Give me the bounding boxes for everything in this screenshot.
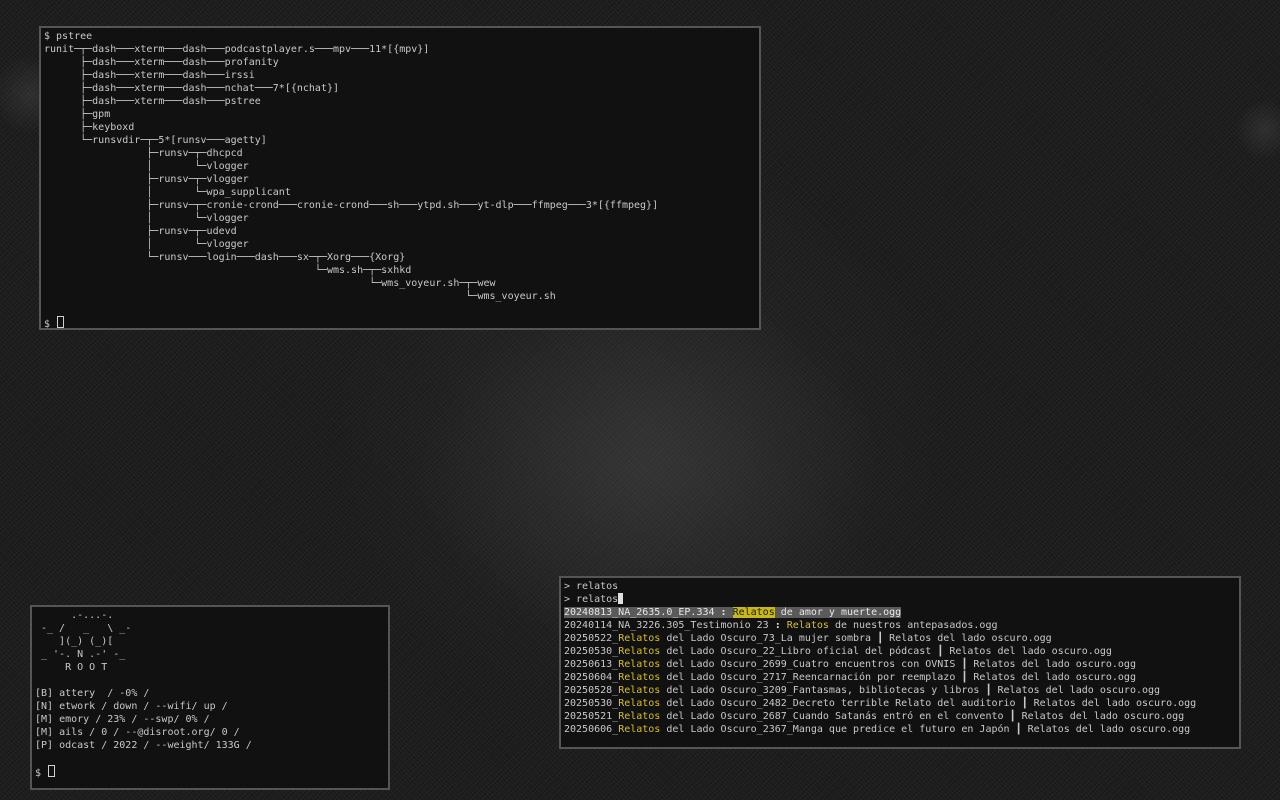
tree-line: │ └─vlogger: [44, 161, 249, 172]
command-line: $ pstree: [44, 31, 93, 42]
history-line: > relatos: [564, 581, 619, 592]
result-prefix: 20250530_: [564, 646, 619, 657]
tree-line: ├─runsv─┬─cronie-crond───cronie-crond───…: [44, 200, 659, 211]
logo-line: R O O T: [41, 662, 108, 673]
prompt-symbol: $: [35, 768, 48, 779]
process-tree: runit─┬─dash───xterm───dash───podcastpla…: [44, 43, 756, 303]
result-suffix: del Lado Oscuro_22_Libro oficial del pód…: [660, 646, 1112, 657]
result-item[interactable]: 20250604_Relatos del Lado Oscuro_2717_Re…: [564, 671, 1236, 684]
result-item[interactable]: 20250528_Relatos del Lado Oscuro_3209_Fa…: [564, 684, 1236, 697]
result-prefix: 20250528_: [564, 685, 619, 696]
tree-line: ├─dash───xterm───dash───profanity: [44, 57, 279, 68]
result-match: Relatos: [618, 633, 661, 644]
cursor-icon: [48, 765, 56, 777]
result-item[interactable]: 20250521_Relatos del Lado Oscuro_2687_Cu…: [564, 710, 1236, 723]
prompt-symbol: $: [44, 319, 57, 330]
result-prefix: 20250522_: [564, 633, 619, 644]
result-item[interactable]: 20250613_Relatos del Lado Oscuro_2699_Cu…: [564, 658, 1236, 671]
result-separator: :: [768, 620, 787, 631]
result-suffix: del Lado Oscuro_2717_Reencarnación por r…: [660, 672, 1136, 683]
result-item[interactable]: 20250522_Relatos del Lado Oscuro_73_La m…: [564, 632, 1236, 645]
status-line: [M] ails / 0 / --@disroot.org/ 0 /: [35, 727, 240, 738]
status-line: [M] emory / 23% / --swp/ 0% /: [35, 714, 210, 725]
result-suffix: del Lado Oscuro_2699_Cuatro encuentros c…: [660, 659, 1136, 670]
logo-line: -_ / _ \ _-: [41, 623, 132, 634]
result-match: Relatos: [618, 646, 661, 657]
query-prefix: >: [564, 594, 577, 605]
tree-line: ├─runsv─┬─dhcpcd: [44, 148, 243, 159]
status-line: [P] odcast / 2022 / --weight/ 133G /: [35, 740, 252, 751]
result-match: Relatos: [618, 672, 661, 683]
shell-prompt[interactable]: $: [44, 316, 756, 330]
result-suffix: del Lado Oscuro_2687_Cuando Satanás entr…: [660, 711, 1185, 722]
result-item[interactable]: 20250606_Relatos del Lado Oscuro_2367_Ma…: [564, 723, 1236, 736]
result-item[interactable]: 20250530_Relatos del Lado Oscuro_2482_De…: [564, 697, 1236, 710]
tree-line: ├─dash───xterm───dash───pstree: [44, 96, 261, 107]
query-text[interactable]: relatos: [576, 594, 618, 605]
result-prefix: 20240813_NA_2635.0_EP.334: [564, 607, 715, 618]
selection-highlight: 20240813_NA_2635.0_EP.334 : Relatos de a…: [564, 607, 902, 618]
tree-line: │ └─vlogger: [44, 239, 249, 250]
result-suffix: del Lado Oscuro_73_La mujer sombra ┃ Rel…: [660, 633, 1052, 644]
result-match: Relatos: [618, 659, 661, 670]
tree-line: └─wms_voyeur.sh: [44, 291, 556, 302]
result-suffix: del Lado Oscuro_2367_Manga que predice e…: [660, 724, 1191, 735]
result-match: Relatos: [732, 607, 775, 618]
tree-line: └─wms.sh─┬─sxhkd: [44, 265, 412, 276]
tree-line: ├─dash───xterm───dash───irssi: [44, 70, 255, 81]
status-terminal-window[interactable]: .-...-. -_ / _ \ _- ](_) (_)[ _ '-. N .-' …: [30, 605, 390, 790]
tree-line: │ └─wpa_supplicant: [44, 187, 291, 198]
tree-line: ├─runsv─┬─udevd: [44, 226, 237, 237]
result-suffix: del Lado Oscuro_2482_Decreto terrible Re…: [660, 698, 1197, 709]
result-suffix: de nuestros antepasados.ogg: [828, 620, 998, 631]
status-line: [B] attery / -0% /: [35, 688, 150, 699]
tree-line: ├─runsv─┬─vlogger: [44, 174, 249, 185]
result-match: Relatos: [618, 698, 661, 709]
result-prefix: 20240114_NA_3226.305_Testimonio 23: [564, 620, 769, 631]
tree-line: ├─keyboxd: [44, 122, 135, 133]
result-match: Relatos: [786, 620, 829, 631]
ascii-logo: .-...-. -_ / _ \ _- ](_) (_)[ _ '-. N .-' …: [41, 609, 385, 674]
cursor-icon: [57, 316, 65, 328]
pstree-terminal-window[interactable]: $ pstree runit─┬─dash───xterm───dash───p…: [39, 26, 761, 330]
result-match: Relatos: [618, 685, 661, 696]
logo-line: .-...-.: [41, 610, 114, 621]
result-separator: :: [714, 607, 733, 618]
tree-line: runit─┬─dash───xterm───dash───podcastpla…: [44, 44, 430, 55]
result-item-selected[interactable]: 20240813_NA_2635.0_EP.334 : Relatos de a…: [564, 606, 1236, 619]
result-prefix: 20250530_: [564, 698, 619, 709]
shell-prompt[interactable]: $: [35, 765, 385, 779]
status-line: [N] etwork / down / --wifi/ up /: [35, 701, 228, 712]
result-match: Relatos: [618, 711, 661, 722]
result-prefix: 20250521_: [564, 711, 619, 722]
result-suffix: de amor y muerte.ogg: [774, 607, 902, 618]
search-input[interactable]: > relatos: [564, 593, 1236, 606]
logo-line: ](_) (_)[: [41, 636, 114, 647]
result-prefix: 20250604_: [564, 672, 619, 683]
result-item[interactable]: 20250530_Relatos del Lado Oscuro_22_Libr…: [564, 645, 1236, 658]
result-item[interactable]: 20240114_NA_3226.305_Testimonio 23 : Rel…: [564, 619, 1236, 632]
result-match: Relatos: [618, 724, 661, 735]
fzf-search-window[interactable]: > relatos > relatos 20240813_NA_2635.0_E…: [559, 576, 1241, 749]
tree-line: │ └─vlogger: [44, 213, 249, 224]
tree-line: ├─gpm: [44, 109, 111, 120]
logo-line: _ '-. N .-' -_: [41, 649, 126, 660]
result-suffix: del Lado Oscuro_3209_Fantasmas, bibliote…: [660, 685, 1161, 696]
tree-line: ├─dash───xterm───dash───nchat───7*[{ncha…: [44, 83, 340, 94]
tree-line: └─runsv───login───dash───sx─┬─Xorg───{Xo…: [44, 252, 406, 263]
result-prefix: 20250613_: [564, 659, 619, 670]
result-prefix: 20250606_: [564, 724, 619, 735]
results-list: 20240813_NA_2635.0_EP.334 : Relatos de a…: [564, 606, 1236, 736]
tree-line: └─runsvdir─┬─5*[runsv───agetty]: [44, 135, 267, 146]
cursor-icon: [618, 593, 624, 604]
status-list: [B] attery / -0% / [N] etwork / down / --…: [35, 687, 385, 752]
tree-line: └─wms_voyeur.sh─┬─wew: [44, 278, 496, 289]
